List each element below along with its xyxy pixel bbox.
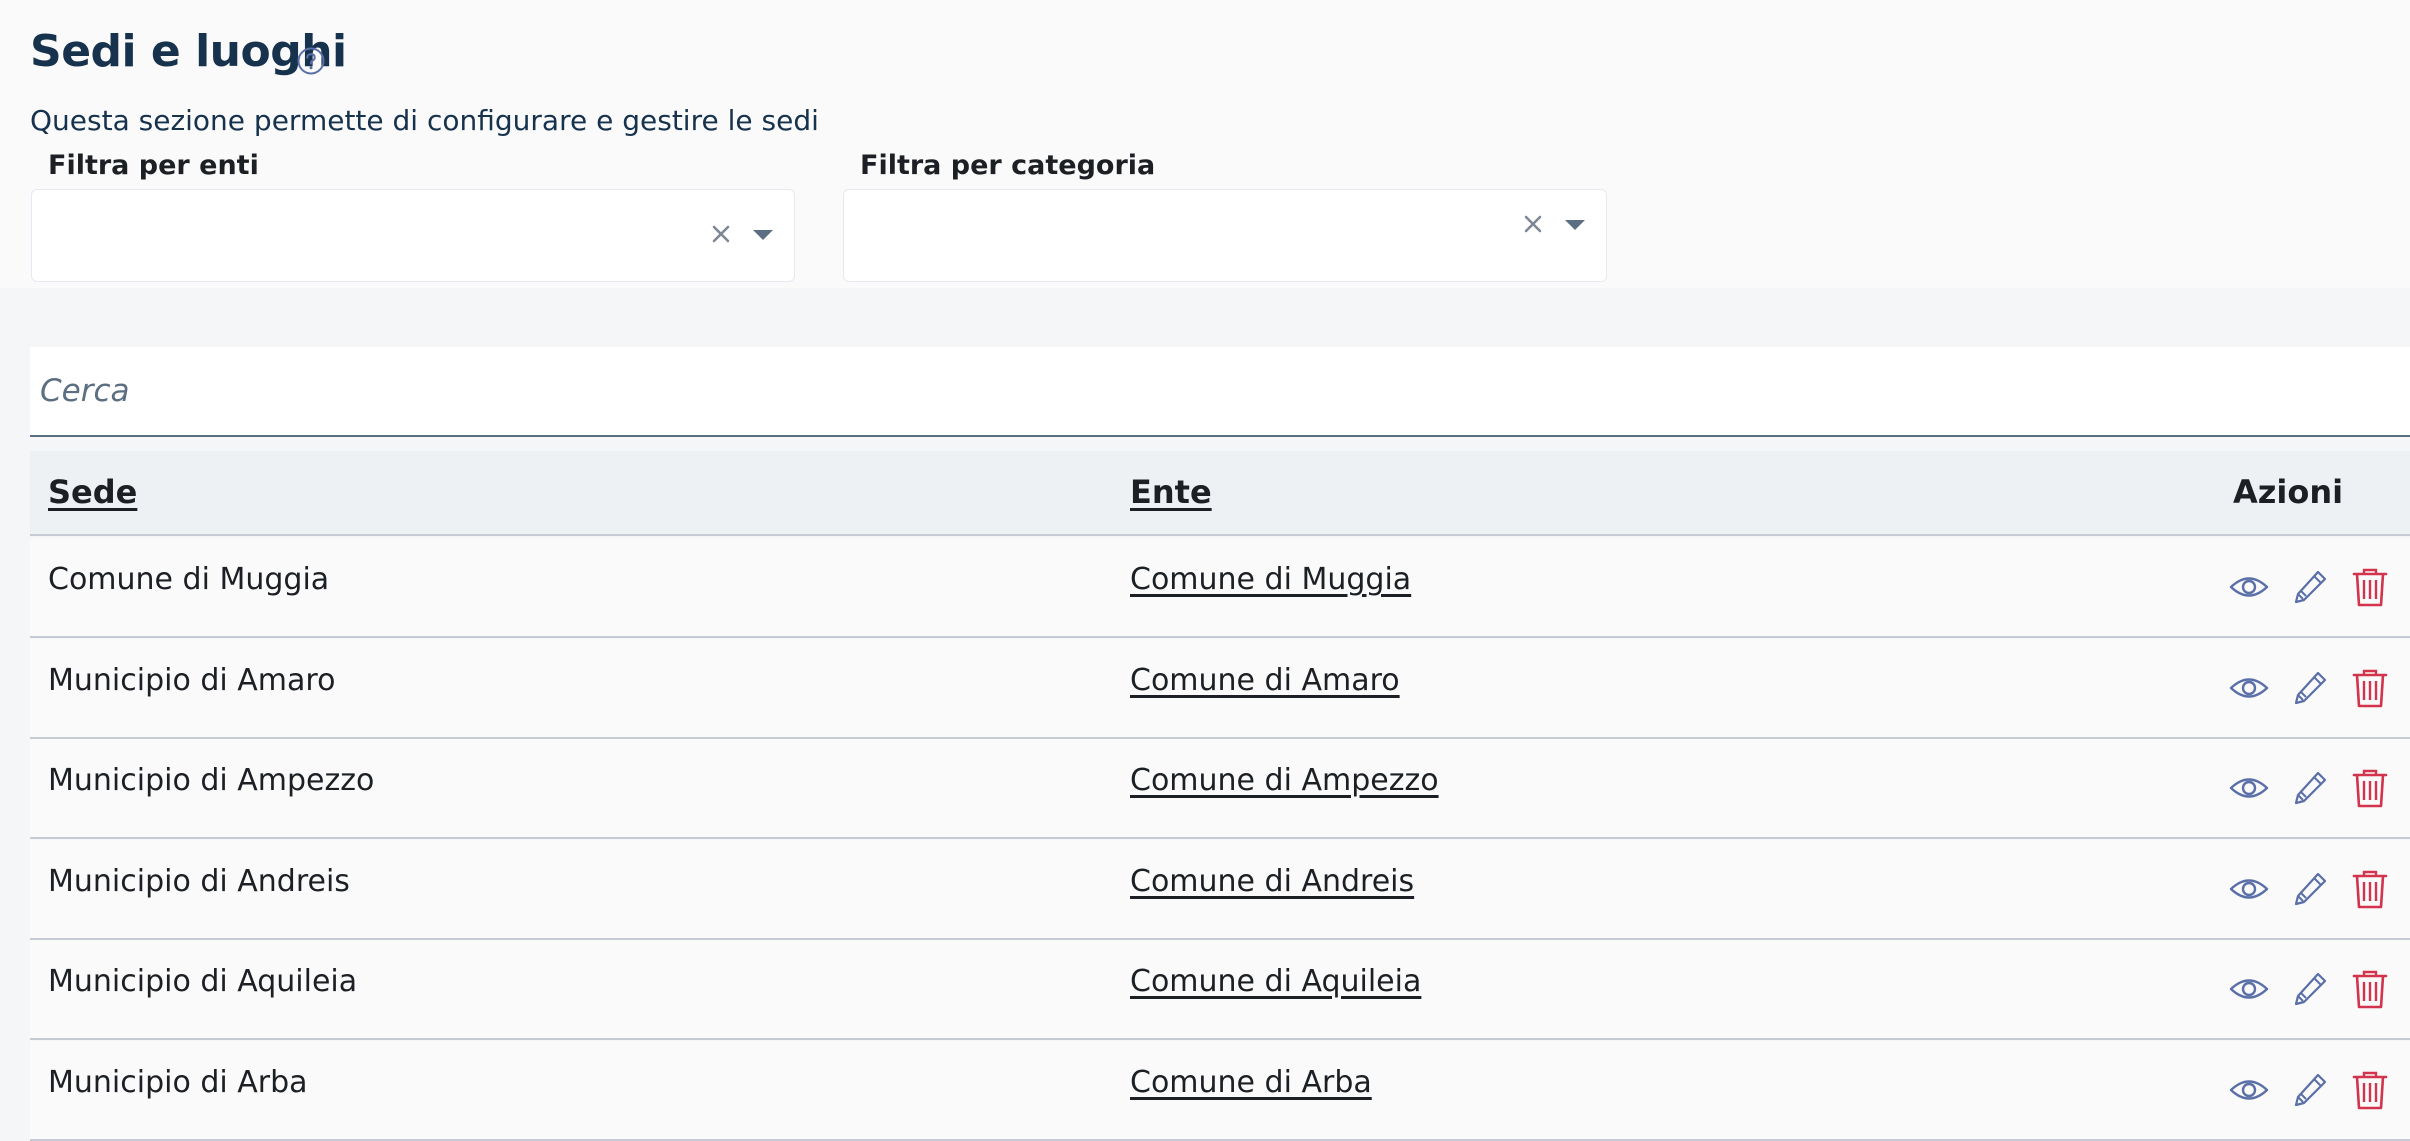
cell-sede: Comune di Muggia	[48, 562, 330, 597]
trash-icon[interactable]	[2352, 668, 2388, 712]
eye-icon[interactable]	[2229, 975, 2269, 1007]
cell-sede: Municipio di Amaro	[48, 662, 336, 698]
pencil-icon[interactable]	[2292, 770, 2328, 810]
cell-sede: Municipio di Ampezzo	[48, 763, 375, 799]
pencil-icon[interactable]	[2292, 1072, 2328, 1112]
eye-icon[interactable]	[2229, 573, 2269, 605]
cell-sede: Municipio di Aquileia	[48, 964, 358, 1000]
cell-sede: Municipio di Arba	[48, 1065, 308, 1100]
pencil-icon[interactable]	[2292, 871, 2328, 911]
help-icon[interactable]	[296, 46, 326, 76]
table-row: Municipio di Aquileia Comune di Aquileia	[30, 940, 2410, 1041]
page-header: Sedi e luoghi Questa sezione permette di…	[0, 0, 2410, 288]
cell-ente-link[interactable]: Comune di Andreis	[1130, 864, 1414, 899]
cell-ente-link[interactable]: Comune di Muggia	[1130, 562, 1411, 597]
pencil-icon[interactable]	[2292, 971, 2328, 1011]
chevron-down-icon[interactable]	[1565, 220, 1585, 230]
eye-icon[interactable]	[2229, 875, 2269, 907]
chevron-down-icon[interactable]	[753, 230, 773, 240]
cell-sede: Municipio di Andreis	[48, 863, 350, 899]
eye-icon[interactable]	[2229, 1076, 2269, 1108]
pencil-icon[interactable]	[2292, 670, 2328, 710]
trash-icon[interactable]	[2352, 768, 2388, 812]
column-header-sede[interactable]: Sede	[48, 473, 137, 511]
eye-icon[interactable]	[2229, 674, 2269, 706]
cell-ente-link[interactable]: Comune di Aquileia	[1130, 964, 1421, 999]
table-row: Municipio di Andreis Comune di Andreis	[30, 839, 2410, 940]
search-box[interactable]	[30, 347, 2410, 437]
clear-icon[interactable]	[1523, 214, 1543, 234]
filter-categoria-label: Filtra per categoria	[860, 150, 1156, 181]
pencil-icon[interactable]	[2292, 569, 2328, 609]
column-header-ente[interactable]: Ente	[1130, 473, 1212, 511]
trash-icon[interactable]	[2352, 567, 2388, 611]
filter-enti-select[interactable]	[31, 189, 795, 282]
table-row: Municipio di Ampezzo Comune di Ampezzo	[30, 739, 2410, 840]
search-input[interactable]	[40, 347, 2400, 435]
clear-icon[interactable]	[711, 224, 731, 244]
eye-icon[interactable]	[2229, 774, 2269, 806]
table-row: Municipio di Amaro Comune di Amaro	[30, 638, 2410, 739]
filter-enti-label: Filtra per enti	[48, 150, 259, 181]
cell-ente-link[interactable]: Comune di Ampezzo	[1130, 763, 1439, 798]
column-header-azioni: Azioni	[2233, 473, 2344, 511]
trash-icon[interactable]	[2352, 1070, 2388, 1114]
trash-icon[interactable]	[2352, 969, 2388, 1013]
cell-ente-link[interactable]: Comune di Arba	[1130, 1065, 1372, 1100]
page-description: Questa sezione permette di configurare e…	[30, 104, 819, 137]
table-row: Comune di Muggia Comune di Muggia	[30, 538, 2410, 638]
table-row: Municipio di Arba Comune di Arba	[30, 1041, 2410, 1141]
filter-categoria-select[interactable]	[843, 189, 1607, 282]
cell-ente-link[interactable]: Comune di Amaro	[1130, 663, 1400, 698]
table-header: Sede Ente Azioni	[30, 451, 2410, 536]
trash-icon[interactable]	[2352, 869, 2388, 913]
